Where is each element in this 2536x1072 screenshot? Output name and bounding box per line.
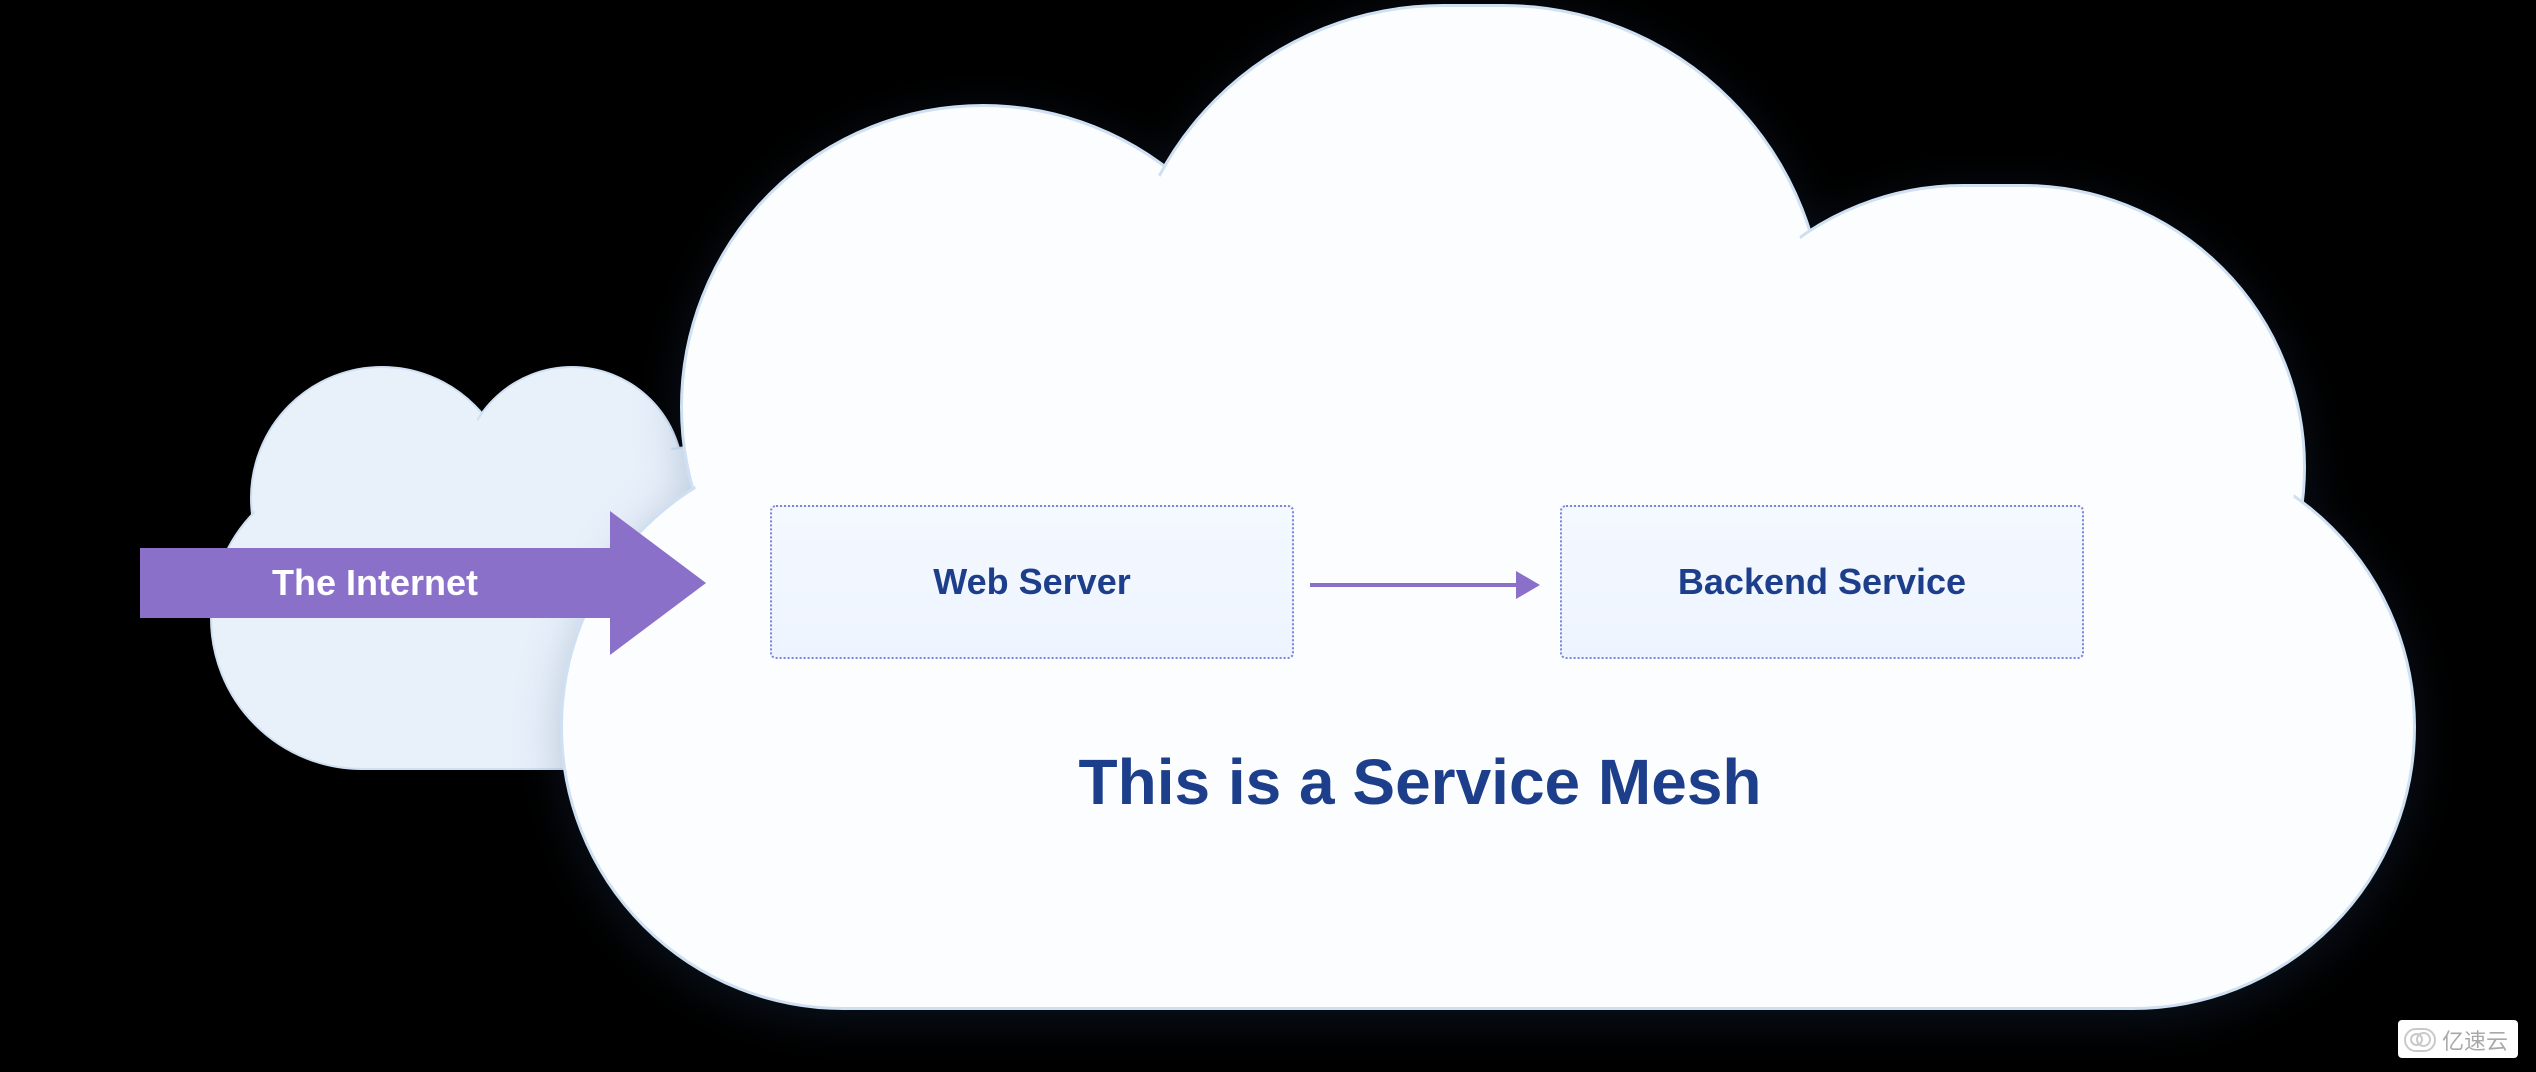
diagram-stage: The Internet Web Server Backend Service … <box>0 0 2536 1072</box>
service-mesh-caption: This is a Service Mesh <box>760 745 2080 819</box>
internet-label: The Internet <box>140 562 610 604</box>
arrow-head-icon <box>1516 571 1540 599</box>
ingress-arrow: The Internet <box>140 528 720 638</box>
backend-service-box: Backend Service <box>1560 505 2084 659</box>
watermark-logo-icon <box>2404 1028 2436 1052</box>
web-server-label: Web Server <box>933 561 1130 603</box>
web-to-backend-arrow <box>1310 575 1540 595</box>
watermark-text: 亿速云 <box>2442 1024 2508 1056</box>
arrow-head-icon <box>610 511 706 655</box>
arrow-line <box>1310 583 1516 587</box>
backend-service-label: Backend Service <box>1678 561 1966 603</box>
web-server-box: Web Server <box>770 505 1294 659</box>
watermark: 亿速云 <box>2398 1020 2518 1058</box>
